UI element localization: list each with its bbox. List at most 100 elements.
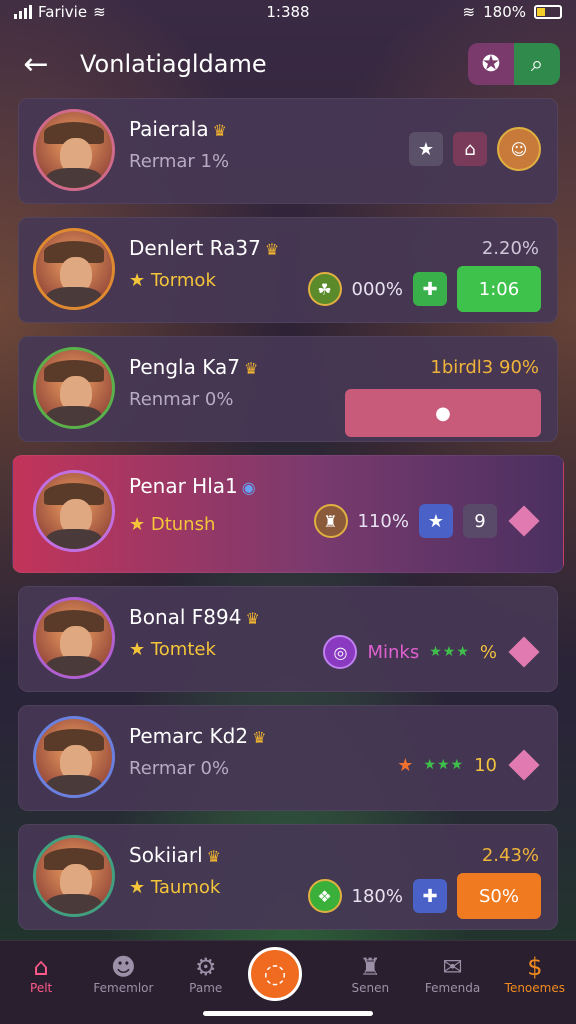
crown-icon: ♛: [212, 121, 227, 140]
player-name: Denlert Ra37 ♛: [129, 236, 280, 260]
list-item[interactable]: Bonal F894 ♛ ★ Tomtek ◎ Minks ★★★ %: [18, 586, 558, 692]
card-actions: ♜ 110% ★ 9: [313, 504, 541, 538]
status-bar: Farivie ≋ 1:388 ≋ 180%: [0, 0, 576, 24]
percent-value: %: [479, 641, 497, 663]
battery-label: 180%: [483, 3, 526, 21]
card-actions: ●: [345, 389, 541, 437]
coin-icon: ❖: [307, 879, 342, 913]
page-title: Vonlatiagldame: [80, 50, 267, 78]
coin-icon: ☘: [307, 272, 342, 306]
player-sub: ★ Taumok: [129, 877, 221, 898]
search-icon[interactable]: ⌕: [514, 43, 560, 85]
nav-home[interactable]: ⌂ Pelt: [1, 953, 81, 995]
list-item[interactable]: Pengla Ka7 ♛ Renmar 0% 1birdl3 90% ●: [18, 336, 558, 442]
card-actions: ❖ 180% ✚ S0%: [307, 873, 541, 919]
nav-rewards[interactable]: $ Tenoemes: [495, 953, 575, 995]
mail-icon: ✉: [442, 953, 463, 981]
diamond-icon[interactable]: [508, 749, 540, 781]
header-actions: ✪ ⌕: [468, 43, 560, 85]
player-name: Bonal F894 ♛: [129, 605, 260, 629]
player-name: Pengla Ka7 ♛: [129, 355, 259, 379]
home-icon[interactable]: ⌂: [453, 132, 487, 166]
player-name: Penar Hla1 ◉: [129, 474, 256, 498]
player-sub: ★ Tomtek: [129, 639, 216, 660]
gear-icon: ⚙: [194, 953, 217, 981]
coin-value: 110%: [357, 510, 409, 532]
header: ← Vonlatiagldame ✪ ⌕: [16, 40, 560, 88]
avatar: [33, 597, 115, 679]
back-arrow-icon[interactable]: ←: [16, 44, 56, 84]
location-button[interactable]: ●: [345, 389, 541, 437]
crown-icon: ♛: [252, 728, 267, 747]
list-item[interactable]: Pemarc Kd2 ♛ Rermar 0% ★ ★★★ 10: [18, 705, 558, 811]
coin-value: 180%: [351, 885, 403, 907]
nav-scene[interactable]: ♜ Senen: [330, 953, 410, 995]
plus-icon[interactable]: ✚: [413, 272, 447, 306]
orb-icon: ◎: [323, 635, 358, 669]
percent-label: 1birdl3 90%: [430, 357, 539, 378]
nav-friends[interactable]: ☻ Fememlor: [83, 953, 163, 995]
card-actions: ★ ⌂ ☺: [409, 127, 541, 171]
avatar: [33, 835, 115, 917]
coin-icon: ♜: [313, 504, 348, 538]
nav-game[interactable]: ⚙ Pame: [166, 953, 246, 995]
score-value: 10: [474, 754, 497, 776]
player-sub: Rermar 1%: [129, 151, 230, 172]
percent-label: 2.43%: [481, 845, 539, 866]
list-item-highlighted[interactable]: Penar Hla1 ◉ ★ Dtunsh ♜ 110% ★ 9: [12, 455, 564, 573]
badge-icon: ◉: [241, 478, 256, 497]
crown-icon: ♛: [264, 240, 280, 259]
home-icon: ⌂: [33, 953, 49, 981]
claim-button[interactable]: 1:06: [457, 266, 541, 312]
nav-mail[interactable]: ✉ Femenda: [413, 953, 493, 995]
player-name: Paierala ♛: [129, 117, 227, 141]
plus-icon[interactable]: ✚: [413, 879, 447, 913]
claim-button[interactable]: S0%: [457, 873, 541, 919]
battery-icon: [534, 5, 562, 19]
rating-stars: ★★★: [429, 644, 470, 660]
list-item[interactable]: Denlert Ra37 ♛ ★ Tormok 2.20% ☘ 000% ✚ 1:…: [18, 217, 558, 323]
player-sub: ★ Tormok: [129, 270, 216, 291]
crown-icon: ♛: [206, 847, 222, 866]
player-sub: Renmar 0%: [129, 389, 234, 410]
dollar-icon: $: [527, 953, 543, 981]
coin-value: 000%: [351, 278, 403, 300]
player-sub: ★ Dtunsh: [129, 514, 216, 535]
wifi-icon: ≋: [93, 3, 106, 21]
avatar: [33, 228, 115, 310]
player-sub: Rermar 0%: [129, 758, 230, 779]
star-badge-icon[interactable]: ✪: [468, 43, 514, 85]
home-indicator: [203, 1011, 373, 1016]
card-actions: ◎ Minks ★★★ %: [323, 635, 541, 669]
diamond-icon[interactable]: [508, 636, 540, 668]
wifi-icon: ≋: [462, 3, 476, 21]
rating-stars: ★★★: [423, 757, 465, 773]
face-icon: ☻: [110, 953, 136, 981]
player-name: Pemarc Kd2 ♛: [129, 724, 267, 748]
count-badge: 9: [463, 504, 497, 538]
chat-icon: ◌: [247, 947, 302, 1001]
avatar[interactable]: ☺: [497, 127, 541, 171]
card-actions: ★ ★★★ 10: [397, 749, 541, 781]
avatar: [33, 109, 115, 191]
star-icon[interactable]: ★: [409, 132, 443, 166]
crown-icon: ♛: [245, 609, 260, 628]
leaderboard-list: Paierala ♛ Rermar 1% ★ ⌂ ☺ Denlert Ra37 ♛ …: [12, 98, 564, 943]
list-item[interactable]: Paierala ♛ Rermar 1% ★ ⌂ ☺: [18, 98, 558, 204]
nav-center[interactable]: ◌: [247, 947, 328, 1001]
list-item[interactable]: Sokiiarl ♛ ★ Taumok 2.43% ❖ 180% ✚ S0%: [18, 824, 558, 930]
player-name: Sokiiarl ♛: [129, 843, 222, 867]
avatar: [33, 470, 115, 552]
star-icon: ★: [397, 754, 414, 776]
avatar: [33, 347, 115, 429]
minks-label: Minks: [367, 641, 420, 663]
diamond-icon[interactable]: [508, 505, 540, 537]
avatar: [33, 716, 115, 798]
castle-icon: ♜: [359, 953, 382, 981]
signal-icon: [14, 5, 32, 19]
card-actions: ☘ 000% ✚ 1:06: [307, 266, 541, 312]
crown-icon: ♛: [243, 359, 259, 378]
star-icon[interactable]: ★: [419, 504, 453, 538]
percent-label: 2.20%: [481, 238, 539, 259]
carrier-label: Farivie: [38, 3, 88, 21]
